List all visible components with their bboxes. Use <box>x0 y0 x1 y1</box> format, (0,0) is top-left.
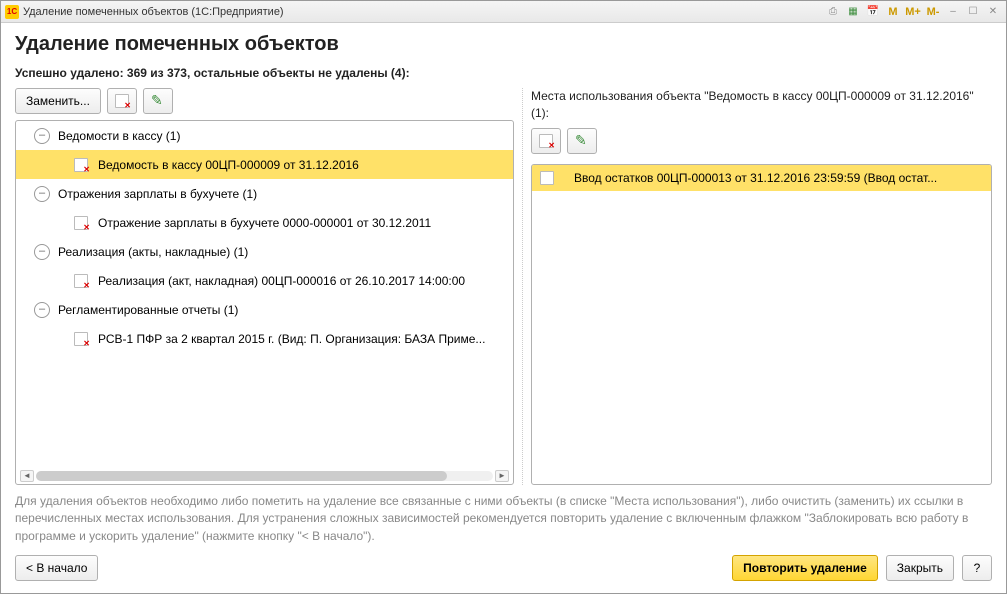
scrollbar-thumb[interactable] <box>36 471 447 481</box>
tree-group-label: Регламентированные отчеты (1) <box>58 303 238 317</box>
help-button[interactable]: ? <box>962 555 992 581</box>
list-item[interactable]: Ввод остатков 00ЦП-000013 от 31.12.2016 … <box>532 165 991 191</box>
tree-group-label: Реализация (акты, накладные) (1) <box>58 245 248 259</box>
memory-mplus-button[interactable]: M+ <box>904 4 922 20</box>
document-marked-icon <box>74 332 88 346</box>
status-summary: Успешно удалено: 369 из 373, остальные о… <box>15 66 992 80</box>
document-marked-icon <box>74 274 88 288</box>
mark-for-deletion-button[interactable] <box>107 88 137 114</box>
app-window: 1C Удаление помеченных объектов (1С:Пред… <box>0 0 1007 594</box>
memory-m-button[interactable]: M <box>884 4 902 20</box>
document-marked-icon <box>74 158 88 172</box>
delete-mark-icon <box>539 134 553 148</box>
collapse-icon[interactable]: – <box>34 128 50 144</box>
print-icon[interactable]: ⎙ <box>824 4 842 20</box>
main-split: Заменить... – Ведомости в кассу (1) Ведо… <box>15 88 992 485</box>
edit-button[interactable] <box>143 88 173 114</box>
back-to-start-button[interactable]: < В начало <box>15 555 98 581</box>
right-pane: Места использования объекта "Ведомость в… <box>522 88 992 485</box>
tree-item[interactable]: РСВ-1 ПФР за 2 квартал 2015 г. (Вид: П. … <box>16 324 513 353</box>
close-window-button[interactable]: ✕ <box>984 4 1002 20</box>
collapse-icon[interactable]: – <box>34 186 50 202</box>
tree-item-label: РСВ-1 ПФР за 2 квартал 2015 г. (Вид: П. … <box>98 332 485 346</box>
tree-group-label: Ведомости в кассу (1) <box>58 129 180 143</box>
titlebar: 1C Удаление помеченных объектов (1С:Пред… <box>1 1 1006 23</box>
close-button[interactable]: Закрыть <box>886 555 954 581</box>
document-icon <box>540 171 554 185</box>
calendar-icon[interactable]: 📅 <box>864 4 882 20</box>
retry-delete-button[interactable]: Повторить удаление <box>732 555 878 581</box>
tree-item-label: Отражение зарплаты в бухучете 0000-00000… <box>98 216 431 230</box>
usage-list[interactable]: Ввод остатков 00ЦП-000013 от 31.12.2016 … <box>531 164 992 485</box>
content-area: Удаление помеченных объектов Успешно уда… <box>1 23 1006 593</box>
pencil-icon <box>575 134 589 148</box>
edit-button[interactable] <box>567 128 597 154</box>
memory-mminus-button[interactable]: M- <box>924 4 942 20</box>
pencil-icon <box>151 94 165 108</box>
tree-item[interactable]: Ведомость в кассу 00ЦП-000009 от 31.12.2… <box>16 150 513 179</box>
collapse-icon[interactable]: – <box>34 302 50 318</box>
app-logo-icon: 1C <box>5 5 19 19</box>
tree-content: – Ведомости в кассу (1) Ведомость в касс… <box>16 121 513 468</box>
replace-button[interactable]: Заменить... <box>15 88 101 114</box>
tree-group-label: Отражения зарплаты в бухучете (1) <box>58 187 257 201</box>
right-toolbar <box>531 128 992 154</box>
list-item-label: Ввод остатков 00ЦП-000013 от 31.12.2016 … <box>574 171 937 185</box>
tree-group[interactable]: – Отражения зарплаты в бухучете (1) <box>16 179 513 208</box>
left-pane: Заменить... – Ведомости в кассу (1) Ведо… <box>15 88 514 485</box>
delete-mark-icon <box>115 94 129 108</box>
tree-group[interactable]: – Реализация (акты, накладные) (1) <box>16 237 513 266</box>
horizontal-scrollbar[interactable]: ◄ ► <box>16 468 513 484</box>
collapse-icon[interactable]: – <box>34 244 50 260</box>
scroll-right-icon[interactable]: ► <box>495 470 509 482</box>
minimize-button[interactable]: – <box>944 4 962 20</box>
scrollbar-track[interactable] <box>36 471 493 481</box>
titlebar-controls: ⎙ ▦ 📅 M M+ M- – ☐ ✕ <box>824 4 1002 20</box>
maximize-button[interactable]: ☐ <box>964 4 982 20</box>
tree-group[interactable]: – Ведомости в кассу (1) <box>16 121 513 150</box>
mark-for-deletion-button[interactable] <box>531 128 561 154</box>
tree-item-label: Реализация (акт, накладная) 00ЦП-000016 … <box>98 274 465 288</box>
calculator-icon[interactable]: ▦ <box>844 4 862 20</box>
window-title: Удаление помеченных объектов (1С:Предпри… <box>23 6 824 18</box>
tree-item[interactable]: Отражение зарплаты в бухучете 0000-00000… <box>16 208 513 237</box>
document-marked-icon <box>74 216 88 230</box>
page-title: Удаление помеченных объектов <box>15 33 992 56</box>
left-toolbar: Заменить... <box>15 88 514 114</box>
footer-hint-text: Для удаления объектов необходимо либо по… <box>15 485 992 555</box>
scroll-left-icon[interactable]: ◄ <box>20 470 34 482</box>
objects-tree[interactable]: – Ведомости в кассу (1) Ведомость в касс… <box>15 120 514 485</box>
usage-label: Места использования объекта "Ведомость в… <box>531 88 992 122</box>
footer-buttons: < В начало Повторить удаление Закрыть ? <box>15 555 992 585</box>
tree-group[interactable]: – Регламентированные отчеты (1) <box>16 295 513 324</box>
tree-item-label: Ведомость в кассу 00ЦП-000009 от 31.12.2… <box>98 158 359 172</box>
tree-item[interactable]: Реализация (акт, накладная) 00ЦП-000016 … <box>16 266 513 295</box>
